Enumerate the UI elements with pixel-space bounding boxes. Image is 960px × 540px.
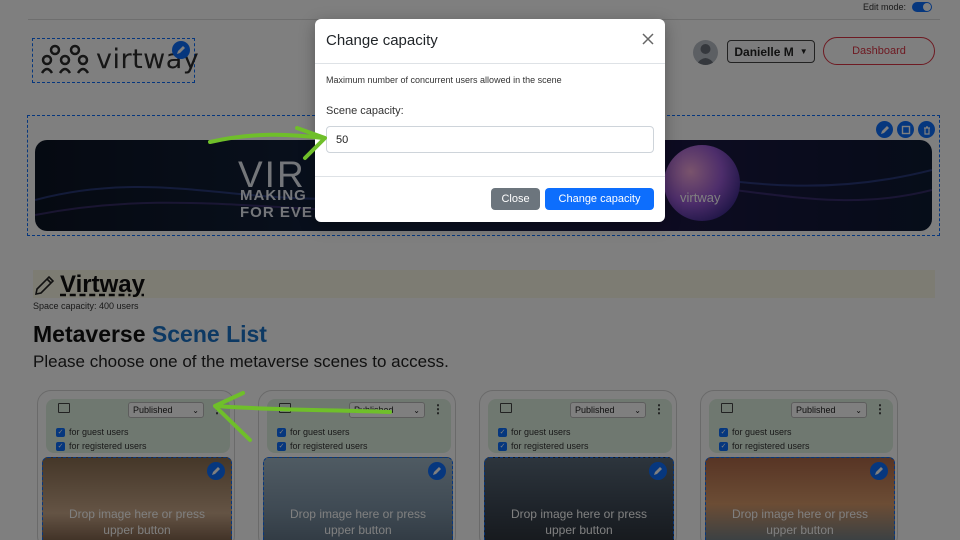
modal-header-divider	[315, 63, 665, 64]
modal-description: Maximum number of concurrent users allow…	[326, 75, 562, 85]
scene-capacity-label: Scene capacity:	[326, 105, 404, 117]
close-button[interactable]: Close	[491, 188, 540, 210]
change-capacity-button[interactable]: Change capacity	[545, 188, 654, 210]
modal-footer-divider	[315, 176, 665, 177]
scene-capacity-input[interactable]: 50	[326, 126, 654, 153]
modal-title: Change capacity	[326, 32, 438, 49]
change-capacity-modal: Change capacity Maximum number of concur…	[315, 19, 665, 222]
close-icon[interactable]	[641, 32, 655, 46]
